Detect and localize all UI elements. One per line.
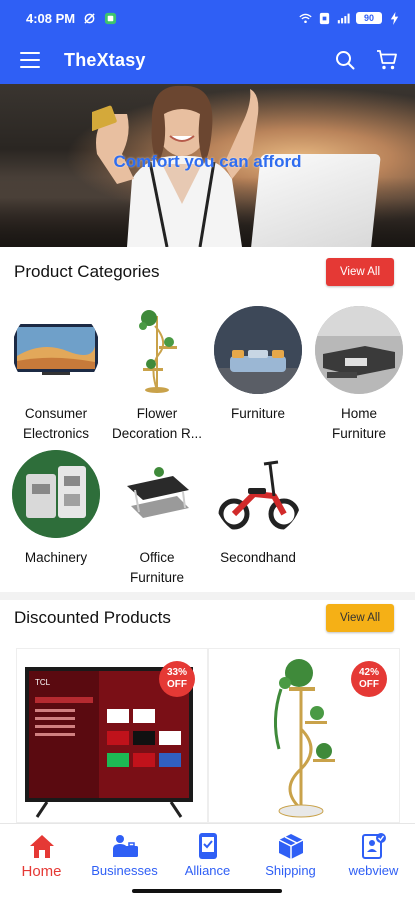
- alliance-icon: [194, 832, 222, 860]
- section-divider: [0, 592, 415, 600]
- wifi-icon: [299, 13, 312, 23]
- category-consumer-electronics[interactable]: Consumer Electronics: [6, 306, 106, 444]
- charging-icon: [390, 11, 399, 25]
- category-furniture[interactable]: Furniture: [208, 306, 308, 424]
- discount-badge: 42% OFF: [351, 661, 387, 697]
- app-title: TheXtasy: [64, 49, 146, 70]
- discounted-header: Discounted Products View All: [14, 604, 394, 632]
- home-icon: [28, 832, 56, 860]
- office-furniture-image: [113, 450, 201, 538]
- categories-header: Product Categories View All: [14, 258, 394, 286]
- battery-indicator: 90: [356, 12, 382, 24]
- secondhand-image: [214, 450, 302, 538]
- businesses-icon: [111, 832, 139, 860]
- app-notification-icon: [105, 12, 117, 24]
- search-icon[interactable]: [333, 48, 357, 72]
- hamburger-menu-icon[interactable]: [20, 48, 44, 72]
- categories-title: Product Categories: [14, 262, 160, 281]
- nav-home[interactable]: Home: [0, 824, 83, 900]
- category-secondhand[interactable]: Secondhand: [208, 450, 308, 568]
- discounted-view-all-button[interactable]: View All: [325, 604, 394, 632]
- machinery-image: [12, 450, 100, 538]
- sync-off-icon: [84, 12, 95, 24]
- shipping-icon: [277, 832, 305, 860]
- category-machinery[interactable]: Machinery: [6, 450, 106, 568]
- category-home-furniture[interactable]: Home Furniture: [309, 306, 409, 444]
- categories-view-all-button[interactable]: View All: [325, 258, 394, 286]
- nav-webview[interactable]: webview: [332, 824, 415, 900]
- home-furniture-image: [315, 306, 403, 394]
- status-time: 4:08 PM: [26, 10, 76, 26]
- app-bar: TheXtasy: [0, 36, 415, 84]
- signal-icon: [337, 13, 350, 23]
- product-card-plant-stand[interactable]: 42% OFF: [208, 648, 400, 823]
- hero-banner[interactable]: Comfort you can afford: [0, 84, 415, 247]
- sim-icon: [319, 12, 330, 24]
- consumer-electronics-image: [12, 306, 100, 394]
- hero-tagline: Comfort you can afford: [113, 152, 302, 171]
- category-flower-decoration[interactable]: Flower Decoration R...: [107, 306, 207, 444]
- category-office-furniture[interactable]: Office Furniture: [107, 450, 207, 588]
- cart-icon[interactable]: [375, 48, 399, 72]
- webview-icon: [360, 832, 388, 860]
- home-indicator: [132, 889, 282, 893]
- furniture-image: [214, 306, 302, 394]
- product-card-tv[interactable]: TCL 33% OFF: [16, 648, 208, 823]
- status-bar: 4:08 PM 90: [0, 0, 415, 36]
- svg-text:TCL: TCL: [35, 678, 51, 687]
- flower-decoration-image: [113, 306, 201, 394]
- discount-badge: 33% OFF: [159, 661, 195, 697]
- discounted-title: Discounted Products: [14, 608, 171, 627]
